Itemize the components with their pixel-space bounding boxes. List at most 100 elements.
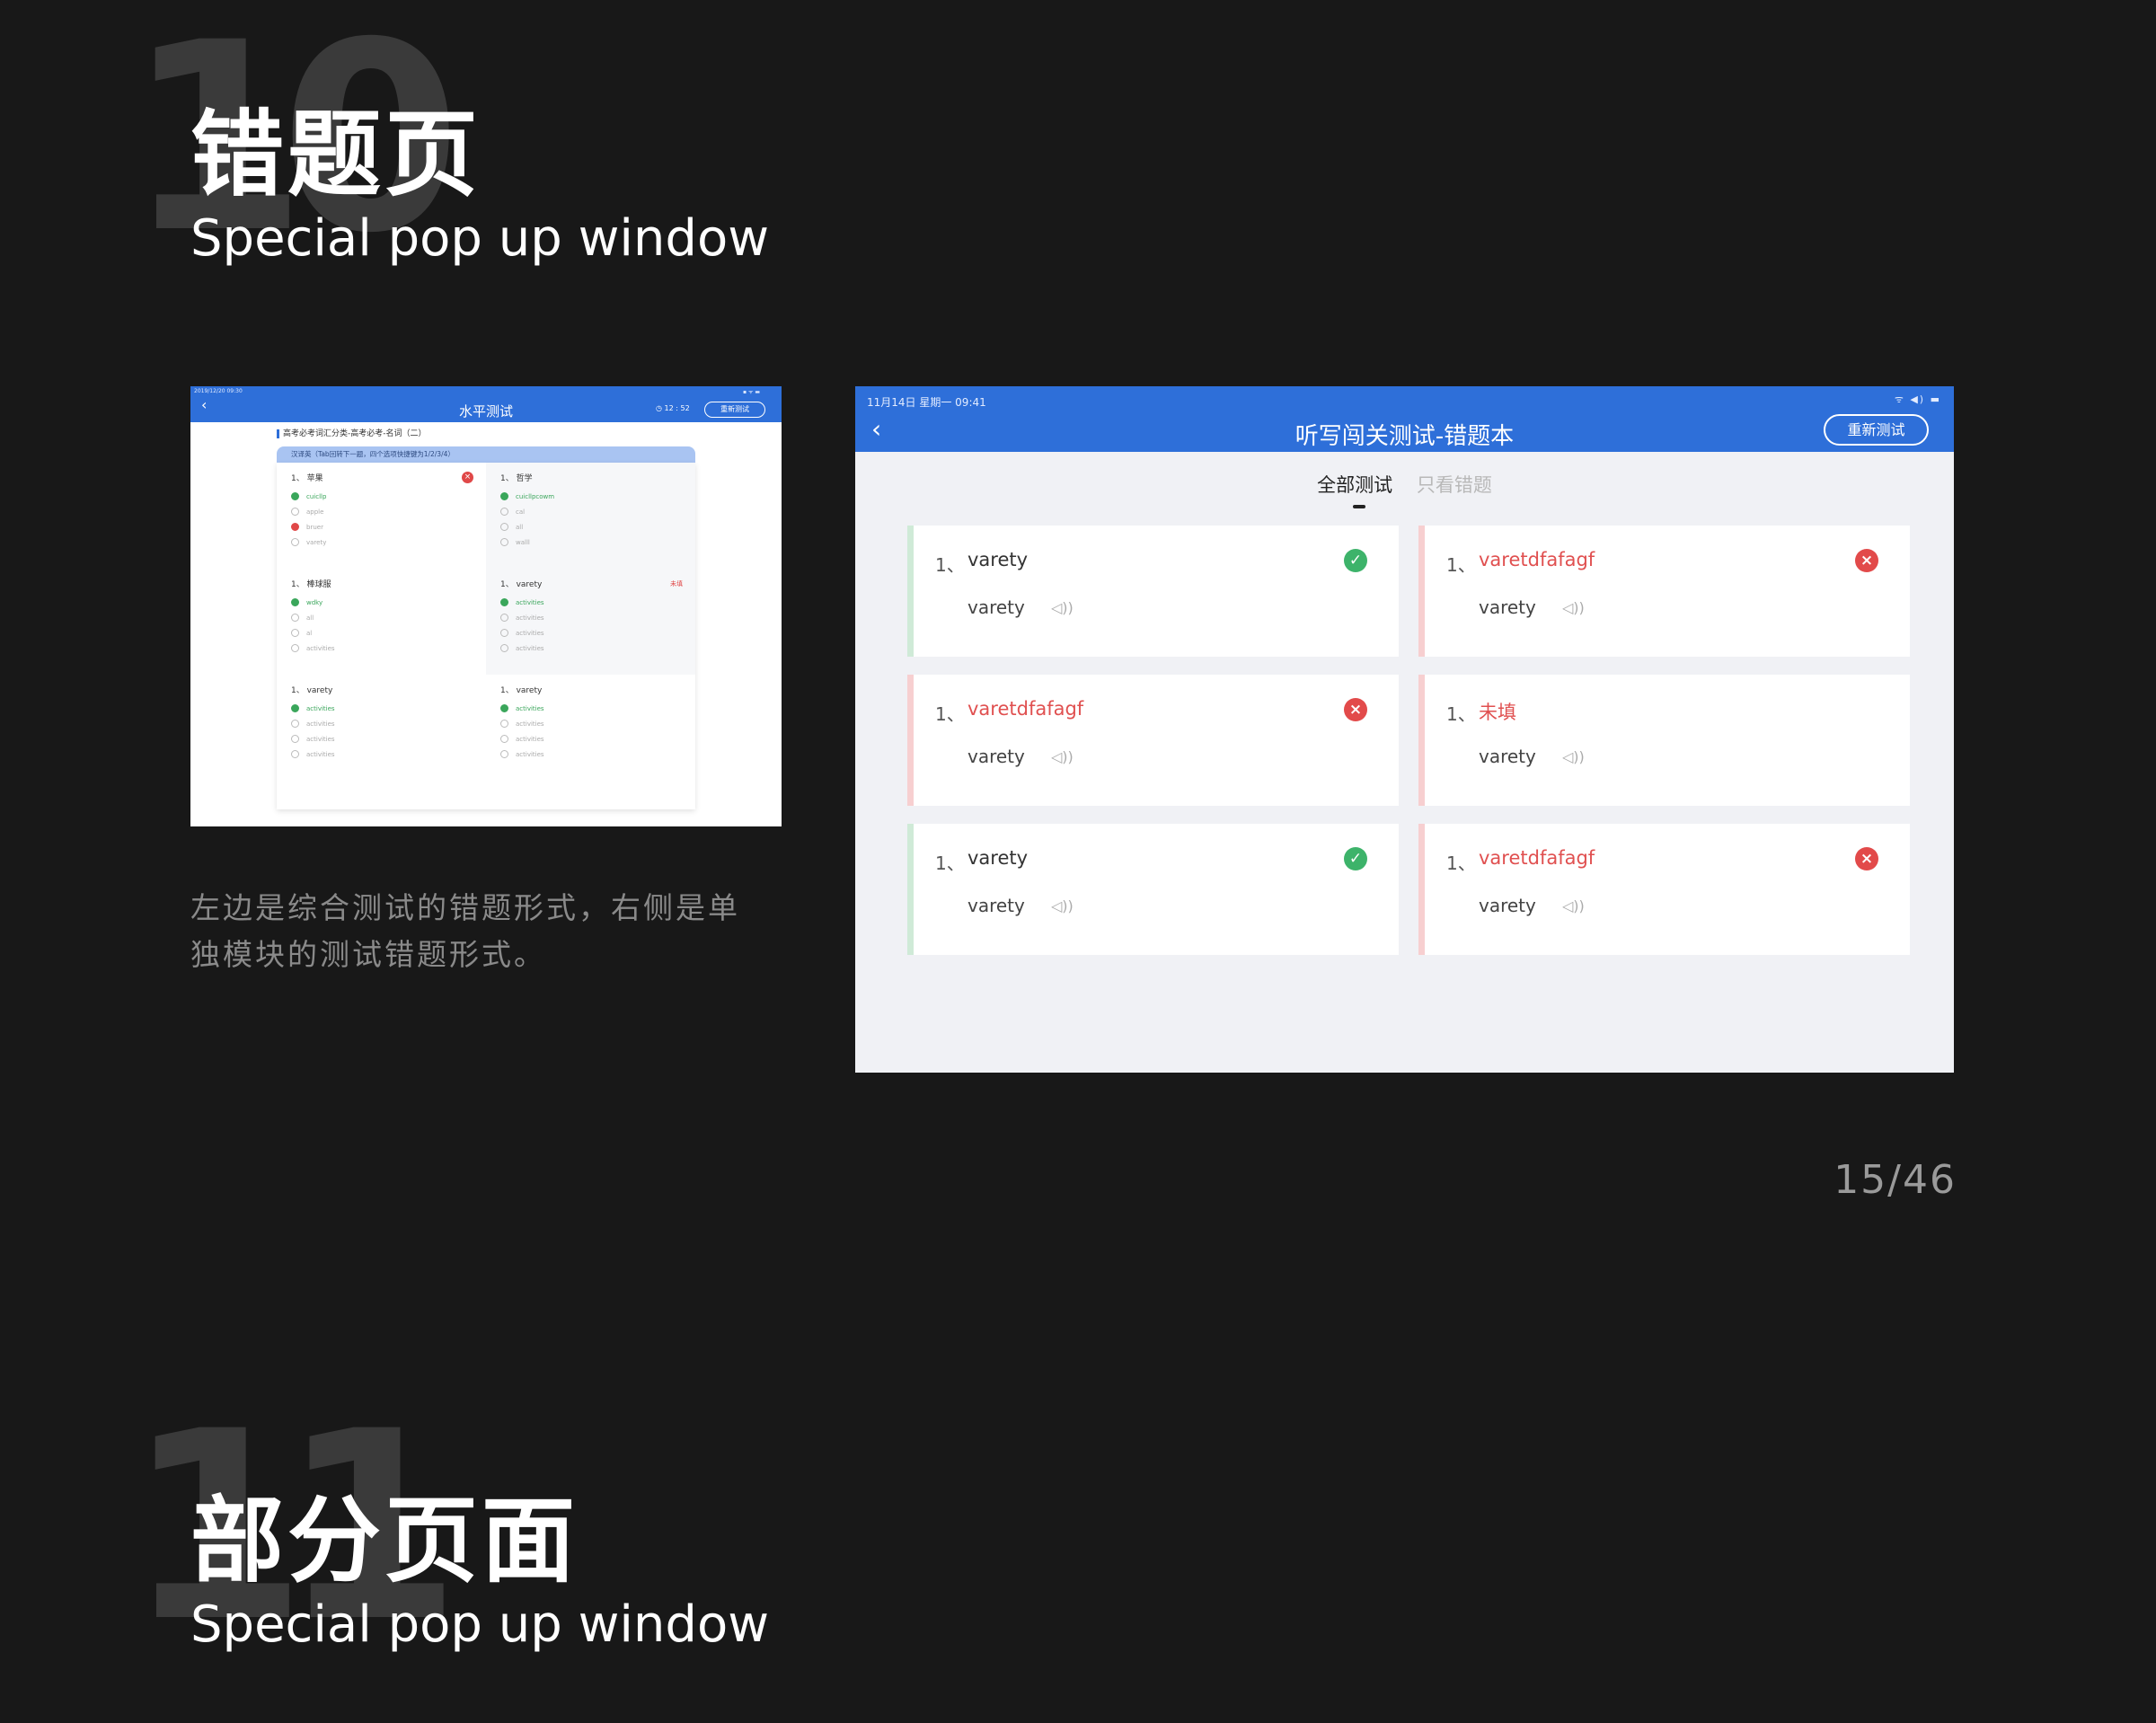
result-card[interactable]: 1、 varetdfafagf varety ◁)) × <box>1418 824 1910 955</box>
answer-option[interactable]: cal <box>500 504 695 519</box>
check-radio-icon <box>500 598 508 606</box>
answer-option[interactable]: cuicllpcowm <box>500 489 695 504</box>
result-card[interactable]: 1、 未填 varety ◁)) <box>1418 675 1910 806</box>
option-text: activities <box>516 720 544 728</box>
option-text: activities <box>306 750 335 758</box>
radio-icon <box>500 523 508 531</box>
status-bar-icons: ▪ ᯤ ▬ <box>742 389 760 395</box>
answer-option[interactable]: activities <box>291 747 486 762</box>
breadcrumb: 高考必考词汇分类-高考必考-名词（二） <box>277 429 427 438</box>
answer-option[interactable]: activities <box>500 610 695 625</box>
comprehensive-test-wrong-page-screenshot: 2019/12/20 09:30 ▪ ᯤ ▬ ‹ 水平测试 ◷ 12 : 52 … <box>190 386 782 826</box>
answer-option[interactable]: walll <box>500 535 695 550</box>
hint-bar: 汉译英（Tab回转下一题，四个选项快捷键为1/2/3/4） <box>277 446 695 463</box>
answer-option[interactable]: activities <box>500 731 695 747</box>
answer-option[interactable]: activities <box>291 701 486 716</box>
radio-icon <box>291 644 299 652</box>
radio-icon <box>291 735 299 743</box>
speaker-icon[interactable]: ◁)) <box>1562 599 1585 616</box>
option-text: activities <box>306 644 335 652</box>
radio-icon <box>500 750 508 758</box>
answer-option[interactable]: activities <box>500 625 695 641</box>
speaker-icon[interactable]: ◁)) <box>1051 748 1074 765</box>
question-head: 1、 苹果 <box>291 474 323 483</box>
card-word: varety <box>968 549 1029 570</box>
radio-icon <box>291 614 299 622</box>
answer-option[interactable]: activities <box>500 701 695 716</box>
card-answer: varety <box>968 895 1025 916</box>
answer-option[interactable]: activities <box>500 595 695 610</box>
dictation-wrong-book-screenshot: 11月14日 星期一 09:41 ᯤ ◀) ▬ ‹ 听写闯关测试-错题本 重新测… <box>855 386 1954 1073</box>
result-card[interactable]: 1、 varety varety ◁)) ✓ <box>907 824 1399 955</box>
result-card[interactable]: 1、 varetdfafagf varety ◁)) × <box>1418 526 1910 657</box>
option-text: activities <box>516 735 544 743</box>
answer-option[interactable]: activities <box>500 716 695 731</box>
answer-option[interactable]: activities <box>291 641 486 656</box>
option-text: activities <box>306 720 335 728</box>
close-circle-icon: × <box>1344 698 1367 721</box>
page-title: 听写闯关测试-错题本 <box>1294 423 1515 450</box>
check-radio-icon <box>291 704 299 712</box>
answer-option[interactable]: activities <box>291 731 486 747</box>
answer-option[interactable]: all <box>291 610 486 625</box>
card-number: 1、 <box>935 554 965 576</box>
answer-option[interactable]: al <box>291 625 486 641</box>
tab-wrong-only[interactable]: 只看错题 <box>1417 471 1492 498</box>
radio-icon <box>291 720 299 728</box>
radio-icon <box>500 720 508 728</box>
question-cell: 1、 苹果 × cuicllp apple bruer varety <box>277 463 486 569</box>
option-text: varety <box>306 538 327 546</box>
answer-option[interactable]: varety <box>291 535 486 550</box>
card-number: 1、 <box>1446 853 1476 874</box>
radio-icon <box>500 508 508 516</box>
answer-option[interactable]: apple <box>291 504 486 519</box>
answer-option[interactable]: activities <box>291 716 486 731</box>
answer-option[interactable]: all <box>500 519 695 535</box>
radio-icon <box>291 508 299 516</box>
option-text: bruer <box>306 523 323 531</box>
close-circle-icon: × <box>1855 549 1878 572</box>
description: 左边是综合测试的错题形式，右侧是单独模块的测试错题形式。 <box>190 890 740 972</box>
option-text: activities <box>516 598 544 606</box>
retest-button[interactable]: 重新测试 <box>704 402 765 418</box>
radio-icon <box>500 735 508 743</box>
section-title-11: 部分页面 <box>190 1486 579 1595</box>
option-text: cuicllpcowm <box>516 492 555 500</box>
card-answer: varety <box>1479 895 1536 916</box>
answer-option[interactable]: cuicllp <box>291 489 486 504</box>
option-text: cuicllp <box>306 492 327 500</box>
option-text: cal <box>516 508 526 516</box>
speaker-icon[interactable]: ◁)) <box>1051 599 1074 616</box>
card-word: varetdfafagf <box>1479 549 1595 570</box>
result-card[interactable]: 1、 varety varety ◁)) ✓ <box>907 526 1399 657</box>
top-nav-bar: 11月14日 星期一 09:41 ᯤ ◀) ▬ ‹ 听写闯关测试-错题本 重新测… <box>855 386 1954 452</box>
question-head: 1、 varety <box>291 686 333 695</box>
page-title: 水平测试 <box>458 403 513 420</box>
retest-button[interactable]: 重新测试 <box>1824 414 1929 446</box>
radio-icon <box>500 538 508 546</box>
tab-all-tests[interactable]: 全部测试 <box>1317 471 1392 508</box>
wrong-radio-icon <box>291 523 299 531</box>
radio-icon <box>500 614 508 622</box>
radio-icon <box>500 629 508 637</box>
card-number: 1、 <box>1446 703 1476 725</box>
card-answer: varety <box>968 746 1025 767</box>
question-head: 1、 varety <box>500 686 543 695</box>
answer-option[interactable]: activities <box>500 747 695 762</box>
speaker-icon[interactable]: ◁)) <box>1051 897 1074 915</box>
answer-option[interactable]: bruer <box>291 519 486 535</box>
answer-option[interactable]: activities <box>500 641 695 656</box>
section-subtitle-10: Special pop up window <box>190 209 770 268</box>
top-nav-bar: 2019/12/20 09:30 ▪ ᯤ ▬ ‹ 水平测试 ◷ 12 : 52 … <box>190 386 782 422</box>
question-head: 1、 棒球服 <box>291 580 331 589</box>
status-bar-icons: ᯤ ◀) ▬ <box>1894 393 1941 405</box>
close-circle-icon: × <box>1855 847 1878 870</box>
result-card[interactable]: 1、 varetdfafagf varety ◁)) × <box>907 675 1399 806</box>
speaker-icon[interactable]: ◁)) <box>1562 897 1585 915</box>
answer-option[interactable]: wdky <box>291 595 486 610</box>
option-text: activities <box>516 704 544 712</box>
speaker-icon[interactable]: ◁)) <box>1562 748 1585 765</box>
option-text: activities <box>306 735 335 743</box>
section-subtitle-11: Special pop up window <box>190 1595 770 1654</box>
option-text: walll <box>516 538 530 546</box>
